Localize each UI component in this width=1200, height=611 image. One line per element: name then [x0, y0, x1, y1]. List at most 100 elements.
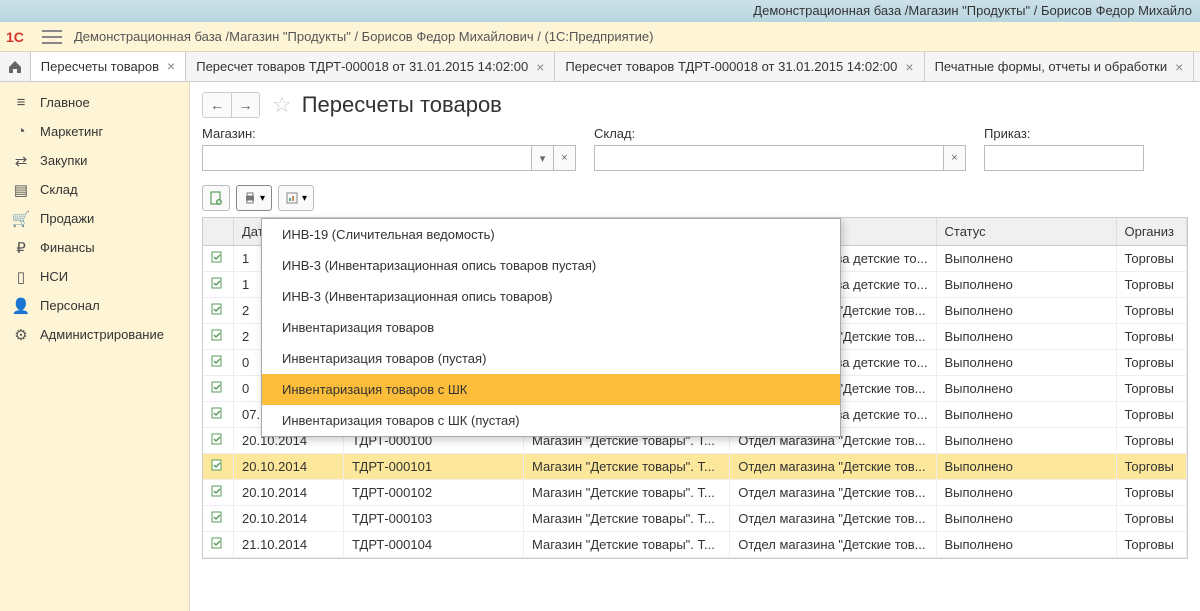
report-button[interactable]: ▾: [278, 185, 314, 211]
create-button[interactable]: [202, 185, 230, 211]
table-cell: Отдел магазина "Детские тов...: [730, 532, 936, 558]
dropdown-item-5[interactable]: Инвентаризация товаров с ШК: [262, 374, 840, 405]
table-cell: Выполнено: [936, 350, 1116, 376]
table-cell: Торговы: [1116, 376, 1187, 402]
sidebar-item-5[interactable]: ₽Финансы: [0, 233, 189, 262]
dropdown-item-1[interactable]: ИНВ-3 (Инвентаризационная опись товаров …: [262, 250, 840, 281]
sidebar-label: Продажи: [40, 211, 94, 226]
filter-order-label: Приказ:: [984, 126, 1144, 141]
filter-store-dropdown[interactable]: ▾: [532, 145, 554, 171]
table-cell: ТДРТ-000103: [344, 506, 524, 532]
dropdown-item-0[interactable]: ИНВ-19 (Сличительная ведомость): [262, 219, 840, 250]
table-cell: Магазин "Детские товары". Т...: [524, 480, 730, 506]
sidebar-label: Администрирование: [40, 327, 164, 342]
table-row[interactable]: 20.10.2014ТДРТ-000103Магазин "Детские то…: [203, 506, 1187, 532]
table-cell: Торговы: [1116, 272, 1187, 298]
home-tab[interactable]: [0, 52, 31, 81]
table-row[interactable]: 21.10.2014ТДРТ-000104Магазин "Детские то…: [203, 532, 1187, 558]
print-dropdown: ИНВ-19 (Сличительная ведомость)ИНВ-3 (Ин…: [261, 218, 841, 437]
app-logo: 1С: [6, 27, 34, 47]
sidebar-item-3[interactable]: ▤Склад: [0, 175, 189, 204]
table-row[interactable]: 20.10.2014ТДРТ-000102Магазин "Детские то…: [203, 480, 1187, 506]
tab-label: Пересчеты товаров: [41, 59, 159, 74]
dropdown-item-4[interactable]: Инвентаризация товаров (пустая): [262, 343, 840, 374]
close-icon[interactable]: ×: [1175, 59, 1183, 75]
filter-store-input[interactable]: [202, 145, 532, 171]
sidebar-label: Закупки: [40, 153, 87, 168]
filter-store-clear[interactable]: ×: [554, 145, 576, 171]
table-cell: Отдел магазина "Детские тов...: [730, 454, 936, 480]
sidebar-item-2[interactable]: ⇄Закупки: [0, 146, 189, 175]
table-cell: [203, 428, 234, 454]
table-cell: Торговы: [1116, 428, 1187, 454]
tab-0[interactable]: Пересчеты товаров ×: [31, 52, 186, 81]
dropdown-item-3[interactable]: Инвентаризация товаров: [262, 312, 840, 343]
sidebar-label: Персонал: [40, 298, 100, 313]
table-cell: Магазин "Детские товары". Т...: [524, 454, 730, 480]
filter-warehouse-label: Склад:: [594, 126, 966, 141]
sidebar-label: Финансы: [40, 240, 95, 255]
tab-3[interactable]: Печатные формы, отчеты и обработки×: [925, 52, 1195, 81]
table-cell: Выполнено: [936, 298, 1116, 324]
table-cell: [203, 532, 234, 558]
close-icon[interactable]: ×: [536, 59, 544, 75]
dropdown-item-2[interactable]: ИНВ-3 (Инвентаризационная опись товаров): [262, 281, 840, 312]
print-button[interactable]: ▾: [236, 185, 272, 211]
table-cell: [203, 454, 234, 480]
sidebar-item-6[interactable]: ▯ НСИ: [0, 262, 189, 291]
menu-icon[interactable]: [42, 30, 62, 44]
table-cell: 20.10.2014: [234, 480, 344, 506]
table-cell: Торговы: [1116, 506, 1187, 532]
sidebar-icon: ◔: [10, 123, 32, 140]
sidebar-icon: 👤: [10, 297, 32, 315]
dropdown-item-6[interactable]: Инвентаризация товаров с ШК (пустая): [262, 405, 840, 436]
table-row[interactable]: 20.10.2014ТДРТ-000101Магазин "Детские то…: [203, 454, 1187, 480]
table-cell: Выполнено: [936, 246, 1116, 272]
table-cell: Торговы: [1116, 298, 1187, 324]
sidebar-item-0[interactable]: ≡Главное: [0, 88, 189, 117]
table-cell: 20.10.2014: [234, 454, 344, 480]
table-cell: 21.10.2014: [234, 532, 344, 558]
filter-warehouse-input[interactable]: [594, 145, 944, 171]
sidebar-label: НСИ: [40, 269, 68, 284]
sidebar-item-8[interactable]: ⚙Администрирование: [0, 320, 189, 349]
breadcrumb: Демонстрационная база /Магазин "Продукты…: [74, 29, 654, 44]
column-header[interactable]: Организ: [1116, 218, 1187, 246]
top-bar: 1С Демонстрационная база /Магазин "Проду…: [0, 22, 1200, 52]
table-cell: Выполнено: [936, 454, 1116, 480]
nav-forward[interactable]: →: [231, 93, 259, 117]
svg-text:1С: 1С: [6, 29, 24, 45]
close-icon[interactable]: ×: [167, 58, 175, 74]
favorite-star-icon[interactable]: ☆: [272, 92, 292, 118]
sidebar-icon: ▯: [10, 268, 32, 286]
table-cell: [203, 402, 234, 428]
filter-warehouse-clear[interactable]: ×: [944, 145, 966, 171]
tab-4[interactable]: До×: [1194, 52, 1200, 81]
table-cell: Торговы: [1116, 402, 1187, 428]
tabs-bar: Пересчеты товаров×Пересчет товаров ТДРТ-…: [0, 52, 1200, 82]
nav-back[interactable]: ←: [203, 93, 231, 117]
column-header[interactable]: [203, 218, 234, 246]
table-cell: Торговы: [1116, 246, 1187, 272]
table-cell: ТДРТ-000101: [344, 454, 524, 480]
sidebar-item-4[interactable]: 🛒Продажи: [0, 204, 189, 233]
tab-label: Пересчет товаров ТДРТ-000018 от 31.01.20…: [565, 59, 897, 74]
table-cell: Торговы: [1116, 350, 1187, 376]
table-cell: Отдел магазина "Детские тов...: [730, 506, 936, 532]
nav-buttons: ← →: [202, 92, 260, 118]
close-icon[interactable]: ×: [905, 59, 913, 75]
table-cell: [203, 298, 234, 324]
filter-order-input[interactable]: [984, 145, 1144, 171]
tab-2[interactable]: Пересчет товаров ТДРТ-000018 от 31.01.20…: [555, 52, 924, 81]
table-cell: [203, 350, 234, 376]
filter-store-label: Магазин:: [202, 126, 576, 141]
sidebar-item-1[interactable]: ◔Маркетинг: [0, 117, 189, 146]
table-cell: [203, 480, 234, 506]
sidebar-item-7[interactable]: 👤 Персонал: [0, 291, 189, 320]
column-header[interactable]: Статус: [936, 218, 1116, 246]
sidebar-icon: ▤: [10, 181, 32, 199]
table-cell: Торговы: [1116, 454, 1187, 480]
table-cell: Выполнено: [936, 506, 1116, 532]
table-cell: [203, 272, 234, 298]
tab-1[interactable]: Пересчет товаров ТДРТ-000018 от 31.01.20…: [186, 52, 555, 81]
